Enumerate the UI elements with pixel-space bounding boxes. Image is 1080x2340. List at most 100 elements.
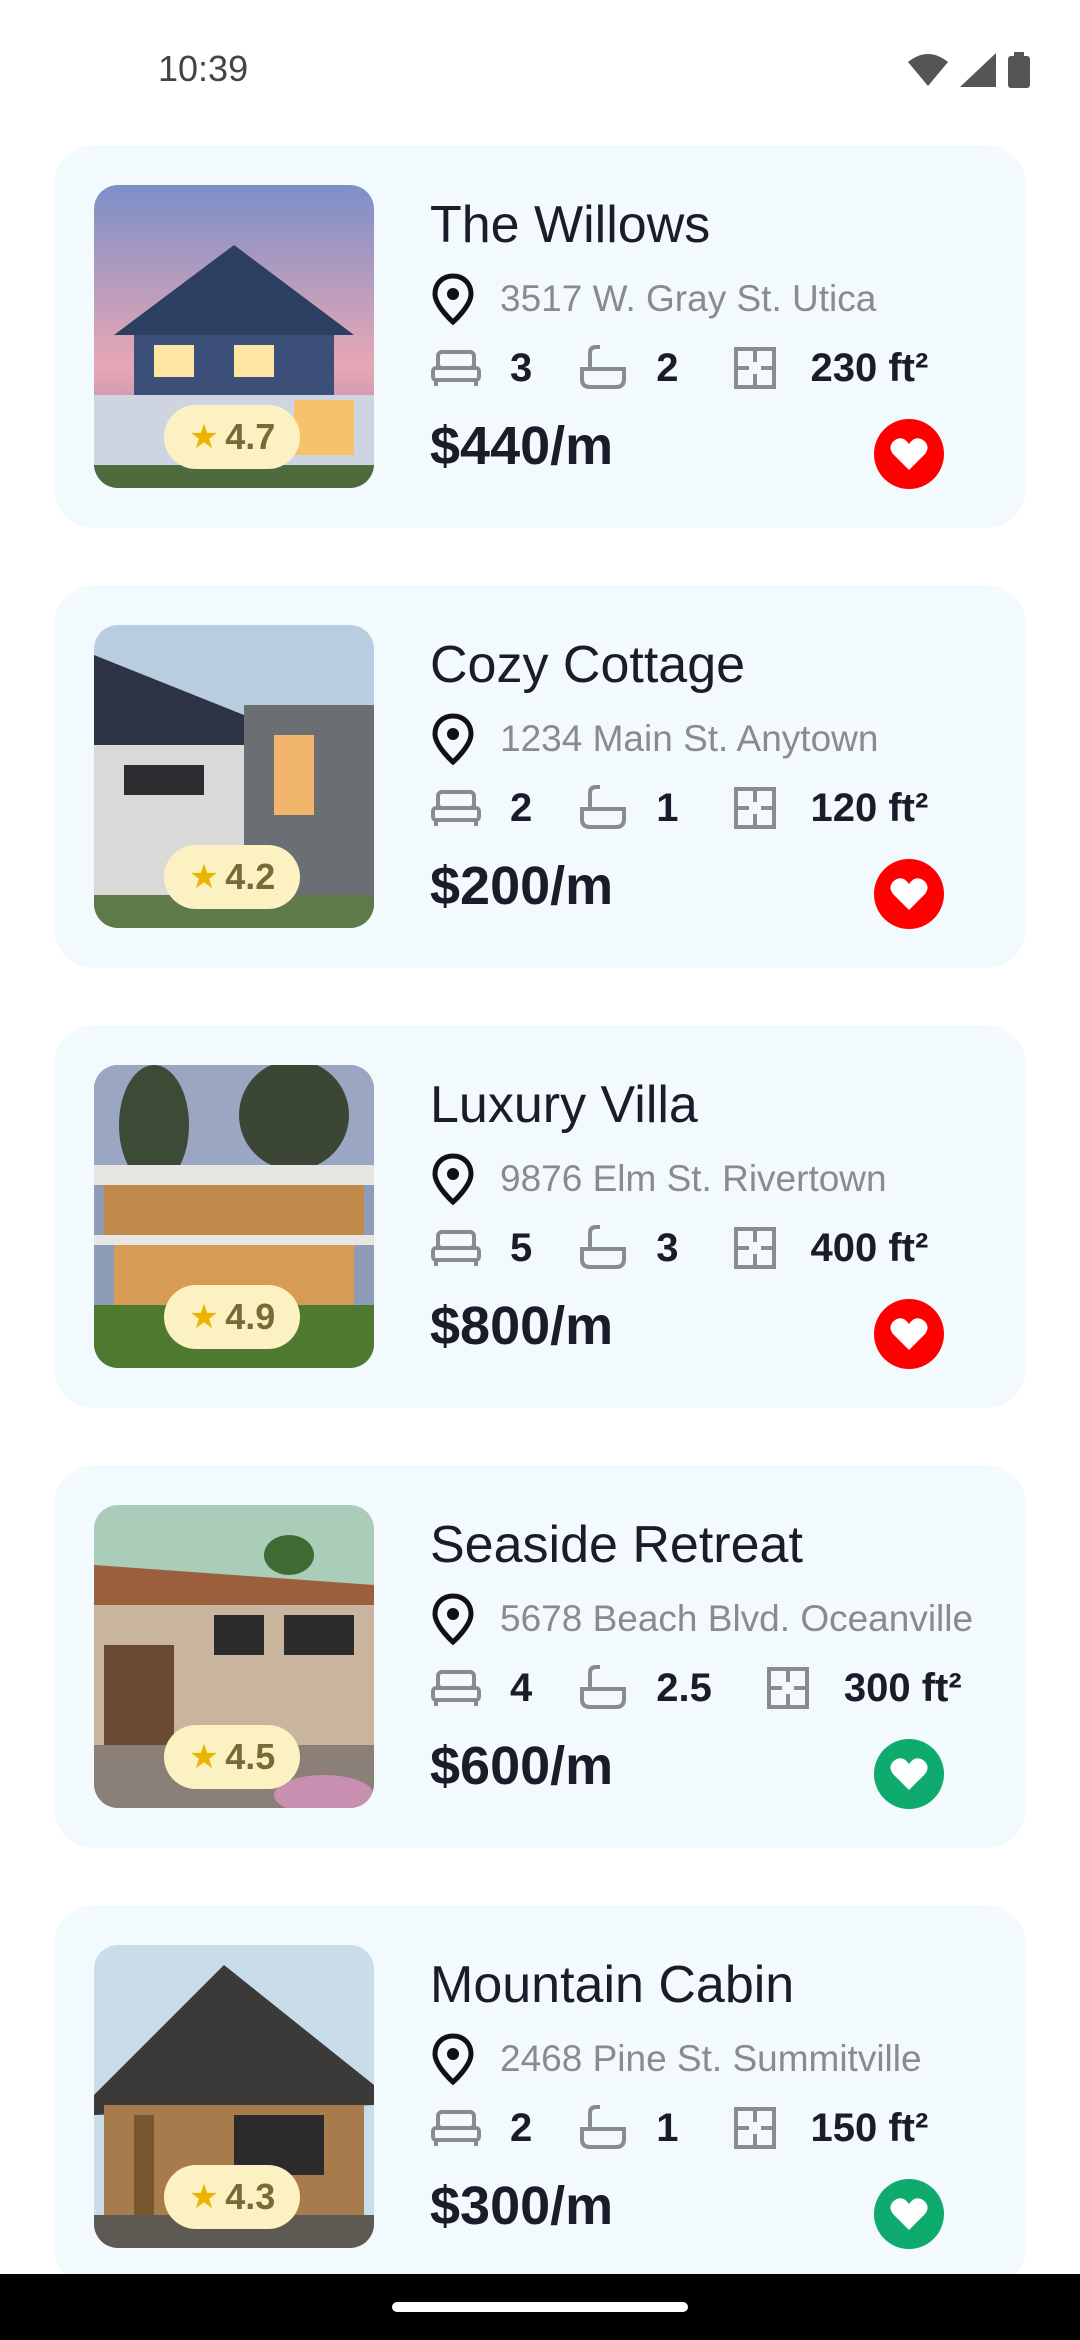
rating-value: 4.9 [225, 1296, 276, 1337]
property-title: Luxury Villa [430, 1076, 698, 1134]
bathtub-icon [580, 785, 627, 829]
property-price: $440/m [430, 416, 614, 476]
rating-value: 4.3 [225, 2176, 276, 2217]
baths-count: 1 [656, 2105, 679, 2150]
property-address: 2468 Pine St. Summitville [500, 2038, 922, 2079]
wifi-icon [908, 54, 948, 86]
beds-count: 2 [510, 785, 533, 830]
bed-icon [431, 2110, 481, 2146]
area-size: 300 ft² [843, 1665, 962, 1710]
favorite-button[interactable] [874, 419, 944, 489]
location-pin-icon [432, 2033, 474, 2085]
address-row: 5678 Beach Blvd. Oceanville [430, 1593, 973, 1645]
rating-value: 4.2 [225, 856, 276, 897]
beds-feature: 3 [430, 346, 532, 391]
favorite-button[interactable] [874, 1299, 944, 1369]
star-icon: ★ [188, 858, 220, 896]
area-feature: 120 ft² [733, 785, 929, 831]
property-title: The Willows [430, 196, 711, 254]
favorite-button[interactable] [874, 1739, 944, 1809]
features-row: 5 3 400 ft² [430, 1225, 928, 1271]
status-time: 10:39 [158, 48, 249, 89]
property-image-stone-house[interactable]: ★ 4.5 [94, 1505, 374, 1808]
property-image-villa[interactable]: ★ 4.9 [94, 1065, 374, 1368]
rating-badge: ★ 4.2 [164, 845, 300, 909]
area-feature: 230 ft² [733, 346, 928, 391]
star-icon: ★ [188, 1298, 220, 1336]
baths-feature: 2.5 [578, 1665, 712, 1711]
star-icon: ★ [188, 1738, 220, 1776]
area-feature: 300 ft² [766, 1666, 962, 1711]
property-address: 1234 Main St. Anytown [500, 718, 879, 759]
address-row: 2468 Pine St. Summitville [430, 2033, 922, 2085]
beds-feature: 2 [430, 786, 532, 831]
property-price: $200/m [430, 856, 614, 916]
address-row: 9876 Elm St. Rivertown [430, 1153, 887, 1205]
star-icon: ★ [188, 418, 220, 456]
favorite-button[interactable] [874, 859, 944, 929]
floor-plan-icon [733, 2107, 776, 2149]
rating-value: 4.7 [225, 416, 276, 457]
battery-icon [1008, 52, 1030, 88]
heart-icon [890, 878, 928, 910]
area-size: 400 ft² [810, 1225, 929, 1270]
home-gesture-handle[interactable] [392, 2302, 688, 2312]
baths-count: 2.5 [656, 1665, 712, 1710]
area-feature: 400 ft² [733, 1225, 929, 1271]
property-card[interactable]: ★ 4.7 The Willows 3517 W. Gray St. Utica… [54, 145, 1026, 528]
location-pin-icon [432, 713, 474, 765]
address-row: 3517 W. Gray St. Utica [430, 273, 876, 325]
property-title: Mountain Cabin [430, 1956, 795, 2014]
bathtub-icon [580, 1225, 627, 1269]
beds-count: 2 [510, 2105, 533, 2150]
property-title: Seaside Retreat [430, 1516, 803, 1574]
property-address: 9876 Elm St. Rivertown [500, 1158, 887, 1199]
floor-plan-icon [733, 347, 776, 389]
baths-count: 3 [656, 1225, 679, 1270]
floor-plan-icon [733, 787, 776, 829]
location-pin-icon [432, 1153, 474, 1205]
property-image-blue-house[interactable]: ★ 4.7 [94, 185, 374, 488]
bed-icon [431, 350, 481, 386]
property-card[interactable]: ★ 4.9 Luxury Villa 9876 Elm St. Rivertow… [54, 1025, 1026, 1408]
baths-feature: 1 [578, 2105, 679, 2151]
property-title: Cozy Cottage [430, 636, 746, 694]
navigation-bar [0, 2274, 1080, 2340]
rating-value: 4.5 [225, 1736, 276, 1777]
property-image-modern-house[interactable]: ★ 4.2 [94, 625, 374, 928]
bed-icon [431, 1230, 481, 1266]
property-image-wooden-cabin[interactable]: ★ 4.3 [94, 1945, 374, 2248]
favorite-button[interactable] [874, 2179, 944, 2249]
beds-count: 3 [510, 345, 533, 390]
floor-plan-icon [766, 1667, 809, 1709]
heart-icon [890, 1318, 928, 1350]
baths-feature: 1 [578, 785, 679, 831]
area-size: 150 ft² [810, 2105, 929, 2150]
beds-feature: 5 [430, 1226, 532, 1271]
beds-feature: 2 [430, 2106, 532, 2151]
property-address: 3517 W. Gray St. Utica [500, 278, 877, 319]
heart-icon [890, 438, 928, 470]
property-card[interactable]: ★ 4.5 Seaside Retreat 5678 Beach Blvd. O… [54, 1465, 1026, 1848]
address-row: 1234 Main St. Anytown [430, 713, 878, 765]
baths-feature: 3 [578, 1225, 679, 1271]
features-row: 2 1 120 ft² [430, 785, 928, 831]
bathtub-icon [580, 345, 627, 389]
features-row: 2 1 150 ft² [430, 2105, 928, 2151]
floor-plan-icon [733, 1227, 776, 1269]
property-card[interactable]: ★ 4.2 Cozy Cottage 1234 Main St. Anytown… [54, 585, 1026, 968]
location-pin-icon [432, 273, 474, 325]
signal-icon [960, 53, 996, 87]
property-address: 5678 Beach Blvd. Oceanville [500, 1598, 974, 1639]
features-row: 3 2 230 ft² [430, 345, 928, 391]
heart-icon [890, 1758, 928, 1790]
beds-feature: 4 [430, 1666, 532, 1711]
status-icons [908, 52, 1030, 88]
property-card[interactable]: ★ 4.3 Mountain Cabin 2468 Pine St. Summi… [54, 1905, 1026, 2288]
rating-badge: ★ 4.3 [164, 2165, 300, 2229]
bathtub-icon [580, 2105, 627, 2149]
status-bar: 10:39 [0, 0, 1080, 140]
location-pin-icon [432, 1593, 474, 1645]
bathtub-icon [580, 1665, 627, 1709]
area-size: 120 ft² [810, 785, 929, 830]
